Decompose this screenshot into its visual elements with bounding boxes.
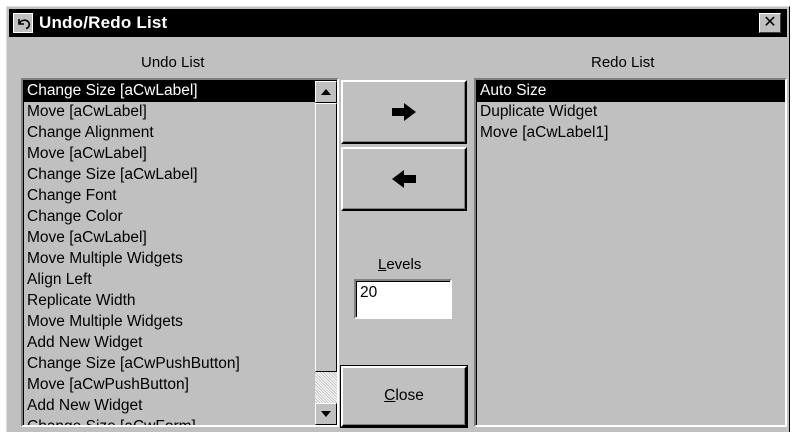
undo-redo-dialog: Undo/Redo List ✕ Undo List Change Size [… (6, 6, 790, 432)
close-icon[interactable]: ✕ (759, 13, 781, 33)
scroll-up-arrow-icon (321, 89, 331, 95)
list-item[interactable]: Add New Widget (24, 396, 337, 417)
scroll-track[interactable] (315, 103, 337, 403)
window-title: Undo/Redo List (39, 13, 168, 32)
levels-value: 20 (360, 284, 378, 301)
close-button[interactable]: Close (340, 365, 468, 428)
list-item[interactable]: Move [aCwLabel] (24, 144, 337, 165)
list-item[interactable]: Move [aCwLabel] (24, 228, 337, 249)
arrow-left-icon (392, 170, 416, 188)
undo-icon (13, 13, 33, 33)
title-bar[interactable]: Undo/Redo List ✕ (9, 9, 787, 37)
list-item[interactable]: Change Alignment (24, 123, 337, 144)
close-button-label: Close (384, 387, 424, 404)
scroll-up-button[interactable] (315, 81, 337, 103)
scroll-down-button[interactable] (315, 403, 337, 425)
levels-label: Levels (378, 256, 422, 273)
scroll-down-arrow-icon (321, 411, 331, 417)
arrow-right-icon (392, 103, 416, 121)
undo-list[interactable]: Change Size [aCwLabel] Move [aCwLabel] Cha… (21, 78, 339, 427)
undo-list-items: Change Size [aCwLabel] Move [aCwLabel] Cha… (24, 81, 337, 425)
list-item[interactable]: Change Size [aCwPushButton] (24, 354, 337, 375)
list-item[interactable]: Move [aCwLabel1] (477, 123, 785, 144)
move-to-undo-button[interactable] (341, 147, 467, 211)
list-item[interactable]: Align Left (24, 270, 337, 291)
list-item[interactable]: Change Size [aCwLabel] (24, 165, 337, 186)
list-item[interactable]: Duplicate Widget (477, 102, 785, 123)
levels-input[interactable]: 20 (354, 279, 452, 319)
list-item[interactable]: Auto Size (477, 81, 785, 102)
undo-list-scrollbar[interactable] (315, 81, 337, 425)
undo-list-label: Undo List (141, 54, 205, 71)
list-item[interactable]: Change Size [aCwLabel] (24, 81, 337, 102)
list-item[interactable]: Add New Widget (24, 333, 337, 354)
list-item[interactable]: Move [aCwLabel] (24, 102, 337, 123)
list-item[interactable]: Move Multiple Widgets (24, 312, 337, 333)
scroll-thumb[interactable] (315, 103, 337, 372)
redo-list-label: Redo List (591, 54, 655, 71)
list-item[interactable]: Move [aCwPushButton] (24, 375, 337, 396)
redo-list[interactable]: Auto Size Duplicate Widget Move [aCwLabel1… (474, 78, 787, 427)
list-item[interactable]: Change Color (24, 207, 337, 228)
list-item[interactable]: Change Font (24, 186, 337, 207)
redo-list-items: Auto Size Duplicate Widget Move [aCwLabel1… (477, 81, 785, 144)
list-item[interactable]: Change Size [aCwForm] (24, 417, 337, 425)
list-item[interactable]: Move Multiple Widgets (24, 249, 337, 270)
list-item[interactable]: Replicate Width (24, 291, 337, 312)
move-to-redo-button[interactable] (341, 80, 467, 144)
